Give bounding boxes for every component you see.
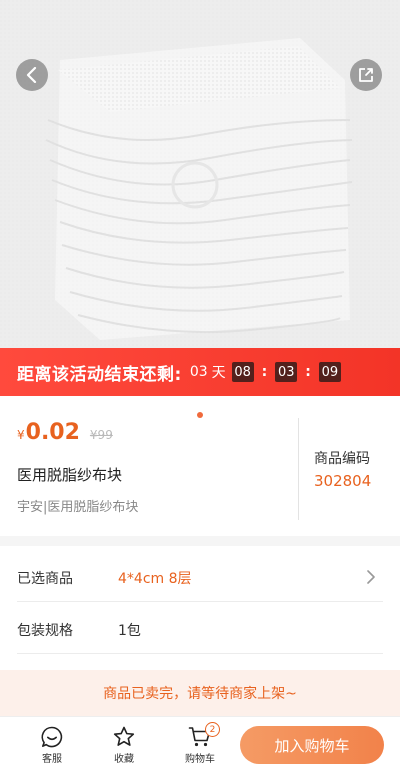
favorite-button[interactable]: 收藏 <box>96 725 152 765</box>
gauze-image <box>0 0 400 348</box>
product-info: ¥ 0.02 ¥99 医用脱脂纱布块 宇安|医用脱脂纱布块 商品编码 30280… <box>0 396 400 526</box>
spec-label: 包装规格 <box>17 623 73 639</box>
tab-label: 客服 <box>42 754 62 765</box>
chat-icon <box>41 726 63 748</box>
section-gap <box>0 536 400 546</box>
chevron-left-icon <box>26 67 37 83</box>
sold-out-notice: 商品已卖完，请等待商家上架~ <box>0 670 400 716</box>
divider <box>17 653 383 654</box>
countdown-hours: 08 <box>231 362 254 382</box>
cart-button[interactable]: 2 购物车 <box>172 722 228 765</box>
sale-price: 0.02 <box>25 420 80 445</box>
selected-product-row[interactable]: 已选商品 4*4cm 8层 <box>0 550 400 602</box>
countdown-banner: 距离该活动结束还剩: 03 天 08 : 03 : 09 <box>0 348 400 396</box>
product-code-label: 商品编码 <box>314 451 370 467</box>
cart-count-badge: 2 <box>205 722 220 737</box>
tab-label: 收藏 <box>114 754 134 765</box>
product-code-value: 302804 <box>314 472 372 490</box>
chevron-right-icon <box>367 570 375 584</box>
countdown-day-unit: 天 <box>211 365 226 381</box>
countdown-separator: : <box>261 364 268 380</box>
back-button[interactable] <box>16 59 48 91</box>
countdown-title: 距离该活动结束还剩: <box>17 364 182 385</box>
original-price: ¥99 <box>89 428 113 442</box>
share-button[interactable] <box>350 59 382 91</box>
countdown-minutes: 03 <box>275 362 298 382</box>
carousel-indicator <box>197 412 203 418</box>
countdown-separator: : <box>305 364 311 380</box>
product-image <box>0 0 400 348</box>
spec-label: 已选商品 <box>17 571 73 587</box>
price-row: ¥ 0.02 ¥99 <box>17 420 113 445</box>
share-icon <box>359 68 373 82</box>
divider <box>298 418 299 520</box>
package-spec-row: 包装规格 1包 <box>0 602 400 654</box>
countdown-seconds: 09 <box>318 362 341 382</box>
spec-value: 1包 <box>118 623 141 639</box>
bottom-bar: 客服 收藏 2 购物车 加入购物车 <box>0 716 400 772</box>
currency-symbol: ¥ <box>17 428 25 442</box>
countdown-timer: 03 天 08 : 03 : 09 <box>186 362 341 382</box>
add-to-cart-button[interactable]: 加入购物车 <box>240 726 384 764</box>
spec-value: 4*4cm 8层 <box>118 571 192 587</box>
countdown-days: 03 <box>189 364 208 380</box>
product-subtitle: 宇安|医用脱脂纱布块 <box>17 500 139 515</box>
tab-label: 购物车 <box>185 754 215 765</box>
product-name: 医用脱脂纱布块 <box>17 466 123 484</box>
star-icon <box>113 726 135 746</box>
customer-service-button[interactable]: 客服 <box>24 725 80 765</box>
